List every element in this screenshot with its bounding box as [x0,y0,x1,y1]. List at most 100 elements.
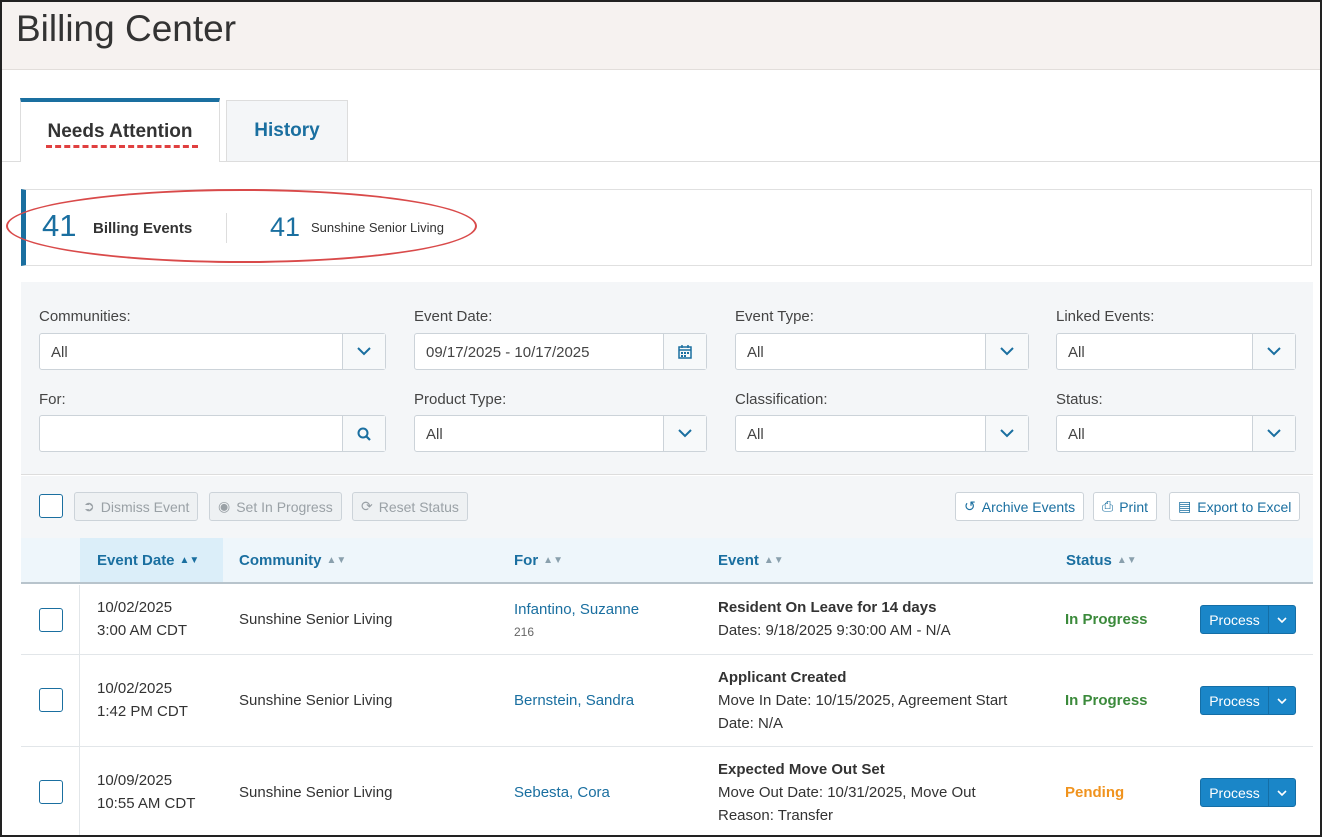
column-header-event[interactable]: Event ▲▼ [718,538,784,582]
annotation-oval [6,189,477,263]
tab-label: Needs Attention [47,121,193,142]
classification-label: Classification: [735,391,828,408]
event-date-cell: 10/02/2025 3:00 AM CDT [97,596,187,642]
column-header-status[interactable]: Status ▲▼ [1066,538,1137,582]
room-number: 216 [514,625,535,639]
annotation-underline [46,145,198,148]
product-type-label: Product Type: [414,391,507,408]
row-divider [79,655,80,746]
classification-select[interactable]: All [735,415,1029,452]
process-button[interactable]: Process [1201,687,1269,714]
event-title: Expected Move Out Set [718,761,885,778]
header-label: Event Date [97,551,175,569]
reset-status-button[interactable]: ⟳ Reset Status [352,492,468,521]
classification-value: All [747,426,764,443]
event-detail: Date: N/A [718,715,784,732]
status-badge: In Progress [1065,611,1148,628]
community-cell: Sunshine Senior Living [239,611,393,628]
event-date: 10/09/2025 [97,772,173,789]
event-time: 3:00 AM CDT [97,622,188,639]
calendar-icon[interactable] [663,334,706,369]
row-checkbox[interactable] [39,608,63,632]
table-row: 10/09/2025 10:55 AM CDT Sunshine Senior … [21,747,1313,835]
event-date-field[interactable]: 09/17/2025 - 10/17/2025 [414,333,707,370]
event-time: 1:42 PM CDT [97,703,188,720]
chevron-down-icon[interactable] [1269,687,1295,714]
column-header-community[interactable]: Community ▲▼ [239,538,346,582]
filter-panel: Communities: All Event Date: 09/17/2025 … [21,282,1313,475]
tab-needs-attention[interactable]: Needs Attention [20,98,220,162]
chevron-down-icon[interactable] [342,334,385,369]
set-in-progress-button[interactable]: ◉ Set In Progress [209,492,342,521]
chevron-down-icon[interactable] [1269,606,1295,633]
communities-select[interactable]: All [39,333,386,370]
event-cell: Resident On Leave for 14 days Dates: 9/1… [718,596,951,642]
chevron-down-icon[interactable] [985,416,1028,451]
event-detail: Dates: 9/18/2025 9:30:00 AM - N/A [718,622,951,639]
archive-label: Archive Events [981,498,1076,515]
for-cell: Bernstein, Sandra [514,689,634,712]
header-label: For [514,551,539,569]
title-bar: Billing Center [2,2,1320,70]
chevron-down-icon[interactable] [1269,779,1295,806]
export-label: Export to Excel [1197,498,1292,515]
dismiss-event-button[interactable]: ➲ Dismiss Event [74,492,199,521]
row-divider [79,585,80,654]
for-search-input[interactable] [39,415,386,452]
archive-events-button[interactable]: ↺ Archive Events [955,492,1085,521]
history-icon: ↺ [964,498,976,514]
event-cell: Applicant Created Move In Date: 10/15/20… [718,666,1007,735]
event-type-select[interactable]: All [735,333,1029,370]
sort-icon: ▲▼ [1116,554,1137,566]
header-label: Event [718,551,759,569]
export-to-excel-button[interactable]: ▤ Export to Excel [1169,492,1301,521]
community-cell: Sunshine Senior Living [239,784,393,801]
linked-events-label: Linked Events: [1056,308,1155,325]
event-date-cell: 10/09/2025 10:55 AM CDT [97,769,195,815]
process-split-button[interactable]: Process [1200,605,1296,634]
event-date: 10/02/2025 [97,680,173,697]
refresh-icon: ⟳ [361,498,373,514]
status-select[interactable]: All [1056,415,1296,452]
record-icon: ◉ [218,498,231,514]
status-badge: In Progress [1065,692,1148,709]
print-label: Print [1119,498,1148,515]
search-icon[interactable] [342,416,385,451]
row-checkbox[interactable] [39,688,63,712]
chevron-down-icon[interactable] [663,416,706,451]
chevron-down-icon[interactable] [1252,416,1295,451]
product-type-select[interactable]: All [414,415,707,452]
reset-status-label: Reset Status [378,498,459,515]
event-time: 10:55 AM CDT [97,795,196,812]
resident-link[interactable]: Bernstein, Sandra [514,689,634,712]
communities-value: All [51,344,68,361]
process-split-button[interactable]: Process [1200,778,1296,807]
resident-link[interactable]: Sebesta, Cora [514,781,610,804]
tab-bar: Needs Attention History [2,98,1320,162]
column-header-event-date[interactable]: Event Date ▲▼ [80,538,223,582]
process-button[interactable]: Process [1201,606,1269,633]
print-button[interactable]: ⎙ Print [1093,492,1157,521]
linked-events-select[interactable]: All [1056,333,1296,370]
resident-link[interactable]: Infantino, Suzanne [514,598,639,621]
event-date-value: 09/17/2025 - 10/17/2025 [426,344,590,361]
chevron-down-icon[interactable] [1252,334,1295,369]
row-checkbox[interactable] [39,780,63,804]
select-all-checkbox[interactable] [39,494,63,518]
table-header: Event Date ▲▼ Community ▲▼ For ▲▼ Event ▲▼ S… [21,538,1313,584]
header-label: Status [1066,551,1112,569]
table-row: 10/02/2025 1:42 PM CDT Sunshine Senior L… [21,655,1313,747]
tab-history[interactable]: History [226,100,348,161]
status-filter-label: Status: [1056,391,1103,408]
event-detail: Reason: Transfer [718,807,834,824]
chevron-down-icon[interactable] [985,334,1028,369]
column-header-for[interactable]: For ▲▼ [514,538,563,582]
for-label: For: [39,391,66,408]
event-type-value: All [747,344,764,361]
event-title: Resident On Leave for 14 days [718,599,937,616]
header-label: Community [239,551,322,569]
status-filter-value: All [1068,426,1085,443]
process-split-button[interactable]: Process [1200,686,1296,715]
dismiss-icon: ➲ [83,498,95,514]
process-button[interactable]: Process [1201,779,1269,806]
